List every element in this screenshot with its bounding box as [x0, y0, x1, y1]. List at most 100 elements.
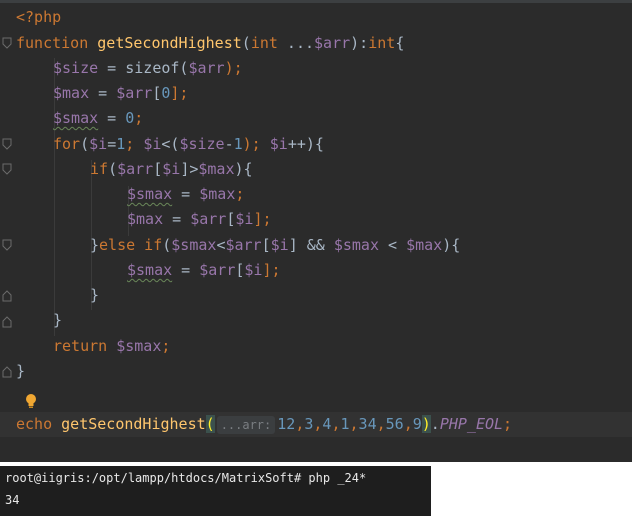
code-line-else-if[interactable]: }else if($smax<$arr[$i] && $smax < $max)…	[0, 233, 632, 258]
code-token: $arr	[199, 261, 236, 279]
parameter-hint: ...arr:	[216, 415, 276, 434]
code-line-if-cond[interactable]: if($arr[$i]>$max){	[0, 157, 632, 182]
code-token: =	[172, 185, 200, 203]
code-token: ){	[234, 160, 253, 178]
code-token: ];	[253, 210, 272, 228]
code-token: $smax	[53, 109, 99, 127]
code-text: $smax = 0;	[53, 106, 143, 131]
code-token: ;	[125, 135, 144, 153]
code-text: if($arr[$i]>$max){	[90, 157, 253, 182]
code-token: getSecondHighest	[61, 415, 206, 433]
code-token: $arr	[116, 84, 153, 102]
code-text: }	[90, 283, 99, 308]
code-text: echo getSecondHighest(...arr: 12,3,4,1,34…	[16, 412, 512, 437]
code-text: $smax = $max;	[127, 182, 244, 207]
code-token: .	[430, 415, 440, 433]
fold-end-icon[interactable]	[2, 316, 12, 328]
code-token: $i	[269, 135, 288, 153]
code-token: ,	[349, 415, 359, 433]
fold-marker-icon[interactable]	[2, 37, 12, 49]
code-editor[interactable]: <?php function getSecondHighest(int ...$a…	[0, 0, 632, 462]
code-token: <?php	[16, 8, 62, 26]
code-token: 56	[385, 415, 404, 433]
code-token: $arr	[225, 236, 262, 254]
code-token: ;	[134, 109, 144, 127]
code-text: <?php	[16, 5, 61, 30]
code-token: getSecondHighest	[97, 34, 242, 52]
code-text: }else if($smax<$arr[$i] && $smax < $max)…	[90, 233, 460, 258]
fold-end-icon[interactable]	[2, 366, 12, 378]
code-token: $arr	[314, 34, 351, 52]
code-token: $i	[235, 210, 254, 228]
code-token: ...	[277, 34, 315, 52]
code-token: {	[395, 34, 405, 52]
code-text: for($i=1; $i<($size-1); $i++){	[53, 132, 324, 157]
code-token: ,	[295, 415, 305, 433]
code-token: ++){	[287, 135, 324, 153]
code-token: -	[224, 135, 234, 153]
code-line-close-if[interactable]: }	[0, 283, 632, 308]
code-token: int	[368, 34, 396, 52]
code-token: [	[261, 236, 271, 254]
code-text: $max = $arr[0];	[53, 81, 188, 106]
code-token: $i	[162, 160, 181, 178]
code-line-max-assign[interactable]: $max = $arr[0];	[0, 81, 632, 106]
code-token: int	[250, 34, 278, 52]
terminal-panel[interactable]: root@iigris:/opt/lampp/htdocs/MatrixSoft…	[0, 466, 431, 516]
code-line-open-tag[interactable]: <?php	[0, 5, 632, 30]
code-token: $smax	[127, 185, 173, 203]
code-token: (	[80, 135, 90, 153]
code-token: $max	[199, 185, 236, 203]
code-token: else if	[99, 236, 163, 254]
code-token: ];	[262, 261, 281, 279]
fold-marker-icon[interactable]	[2, 239, 12, 251]
code-token: ] &&	[288, 236, 334, 254]
code-token: $max	[53, 84, 90, 102]
code-token: ):	[350, 34, 369, 52]
code-token: =	[107, 135, 117, 153]
code-token: function	[16, 34, 98, 52]
code-token: 9	[412, 415, 422, 433]
code-token: <(	[161, 135, 180, 153]
code-token: (	[108, 160, 118, 178]
code-line-close-func[interactable]: }	[0, 359, 632, 384]
code-token: (	[241, 34, 251, 52]
code-token: $smax	[171, 236, 217, 254]
fold-marker-icon[interactable]	[2, 138, 12, 150]
code-token: [	[153, 160, 163, 178]
code-line-close-for[interactable]: }	[0, 308, 632, 333]
code-token: $smax	[127, 261, 173, 279]
editor-top-border	[0, 0, 632, 3]
code-line-smax-eq-arr[interactable]: $smax = $arr[$i];	[0, 258, 632, 283]
code-token: 1	[233, 135, 243, 153]
code-token: ;	[235, 185, 245, 203]
code-token: );	[242, 135, 270, 153]
code-token: ;	[161, 337, 171, 355]
code-token: (	[162, 236, 172, 254]
code-token: $smax	[116, 337, 162, 355]
code-line-smax-eq-max[interactable]: $smax = $max;	[0, 182, 632, 207]
code-token: $i	[244, 261, 263, 279]
code-token: for	[53, 135, 81, 153]
code-token: }	[90, 286, 100, 304]
code-token: (	[205, 415, 215, 433]
code-text: $smax = $arr[$i];	[127, 258, 281, 283]
code-line-max-eq-arr[interactable]: $max = $arr[$i];	[0, 207, 632, 232]
fold-end-icon[interactable]	[2, 290, 12, 302]
code-line-for-loop[interactable]: for($i=1; $i<($size-1); $i++){	[0, 132, 632, 157]
code-token: $i	[143, 135, 162, 153]
code-line-blank[interactable]	[0, 385, 632, 410]
code-token: 34	[358, 415, 377, 433]
code-token: PHP_EOL	[439, 415, 504, 433]
fold-marker-icon[interactable]	[2, 163, 12, 175]
code-text: function getSecondHighest(int ...$arr):i…	[16, 31, 404, 56]
code-token: <	[379, 236, 407, 254]
code-token: 1	[116, 135, 126, 153]
code-line-return-stmt[interactable]: return $smax;	[0, 334, 632, 359]
code-token: ];	[170, 84, 189, 102]
code-line-smax-assign[interactable]: $smax = 0;	[0, 106, 632, 131]
code-line-size-assign[interactable]: $size = sizeof($arr);	[0, 56, 632, 81]
code-line-echo-call[interactable]: echo getSecondHighest(...arr: 12,3,4,1,34…	[0, 412, 632, 437]
lightbulb-icon[interactable]	[24, 393, 38, 409]
code-line-func-decl[interactable]: function getSecondHighest(int ...$arr):i…	[0, 31, 632, 56]
